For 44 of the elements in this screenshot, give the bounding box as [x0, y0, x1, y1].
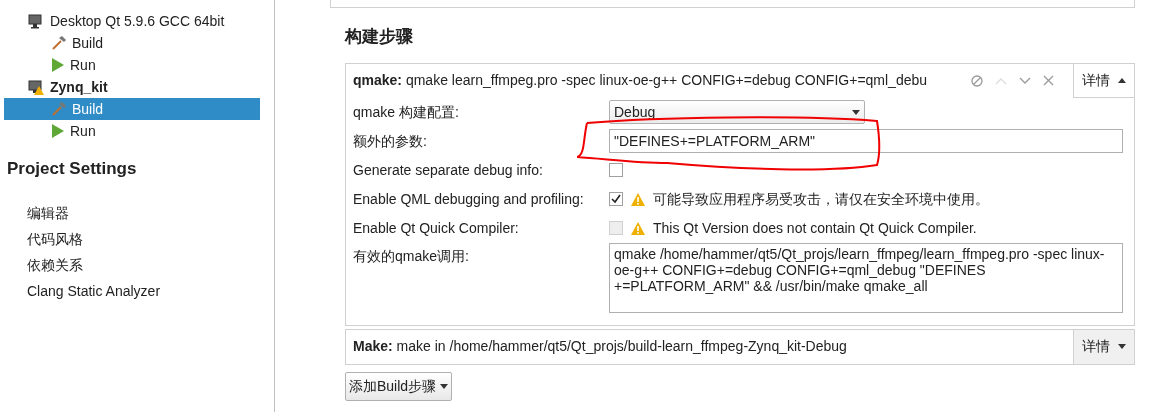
caret-icon	[1118, 77, 1126, 83]
field-label: Generate separate debug info:	[352, 160, 544, 180]
settings-item[interactable]: 代码风格	[0, 225, 87, 252]
field-label: 额外的参数:	[352, 131, 428, 151]
settings-item[interactable]: 编辑器	[0, 199, 73, 226]
step-summary: qmake: qmake learn_ffmpeg.pro -spec linux-oe-g++ CONFIG+=debug CONFIG+=qml_debu	[352, 71, 929, 90]
command-textarea: qmake /home/hammer/qt5/Qt_projs/learn_ffmpeg/learn_ffmpeg.pro -spec linux-oe-g++ CONFIG+=debug CONFIG+=qml_debug "DEFINES +=PLATFORM_ARM" && /usr/bin/make qmake_all	[609, 242, 1123, 313]
close-icon[interactable]	[1043, 75, 1054, 86]
hammer-icon	[52, 36, 66, 50]
details-button[interactable]: 详情	[1073, 329, 1134, 364]
field-label: Enable QML debugging and profiling:	[352, 189, 585, 209]
details-button[interactable]: 详情	[1073, 63, 1134, 98]
play-icon	[52, 124, 64, 138]
warning-text: This Qt Version does not contain Qt Quick Compiler.	[653, 218, 977, 238]
kit-name[interactable]: Zynq_kit	[50, 76, 108, 98]
add-build-step-button[interactable]: 添加Build步骤	[345, 371, 453, 401]
field-label: 有效的qmake调用:	[352, 246, 470, 266]
play-icon	[52, 58, 64, 72]
arguments-field[interactable]: "DEFINES+=PLATFORM_ARM"	[609, 129, 1123, 153]
config-dropdown[interactable]: Debug	[609, 100, 865, 124]
tree-item[interactable]: Build	[4, 98, 260, 120]
caret-icon	[852, 109, 860, 115]
field-label: qmake 构建配置:	[352, 102, 460, 122]
settings-item[interactable]: 依赖关系	[0, 251, 87, 278]
section-heading: Project Settings	[6, 158, 138, 180]
tree-item[interactable]: Run	[4, 54, 260, 76]
caret-icon	[1118, 344, 1126, 349]
warning-text: 可能导致应用程序易受攻击，请仅在安全环境中使用。	[653, 189, 989, 209]
checkmark-icon	[611, 194, 621, 204]
field-label: Enable Qt Quick Compiler:	[352, 218, 520, 238]
section-title: 构建步骤	[345, 26, 413, 48]
tree-item[interactable]: Build	[4, 32, 260, 54]
checkbox[interactable]	[609, 192, 623, 206]
warning-icon	[631, 221, 645, 235]
disable-icon[interactable]	[971, 74, 983, 87]
warning-icon	[631, 192, 645, 206]
caret-icon	[440, 383, 449, 389]
checkbox[interactable]	[609, 163, 623, 177]
hammer-icon	[52, 102, 66, 116]
tree-item[interactable]: Run	[4, 120, 260, 142]
settings-item[interactable]: Clang Static Analyzer	[0, 277, 165, 304]
kit-name[interactable]: Desktop Qt 5.9.6 GCC 64bit	[50, 10, 225, 32]
step-summary: Make: make in /home/hammer/qt5/Qt_projs/build-learn_ffmpeg-Zynq_kit-Debug	[352, 337, 848, 356]
move-down-icon[interactable]	[1019, 76, 1031, 85]
